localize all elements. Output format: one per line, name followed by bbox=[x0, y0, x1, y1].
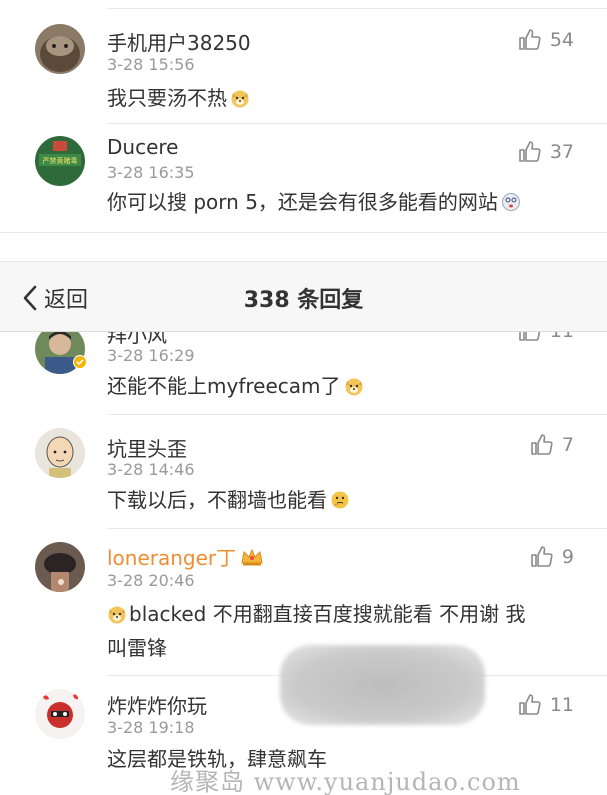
page-title: 338 条回复 bbox=[243, 288, 364, 313]
like-button[interactable]: 11 bbox=[518, 693, 574, 717]
comment-text: 下载以后，不翻墙也能看 bbox=[107, 484, 350, 517]
like-button[interactable]: 7 bbox=[530, 433, 574, 457]
doge-emoji bbox=[230, 88, 250, 108]
censor-blur bbox=[280, 645, 485, 725]
comment-text: blacked 不用翻直接百度搜就能看 不用谢 我 bbox=[107, 598, 525, 631]
avatar[interactable] bbox=[35, 689, 85, 739]
avatar[interactable] bbox=[35, 428, 85, 478]
timestamp: 3-28 16:35 bbox=[107, 163, 195, 182]
dizzy-emoji bbox=[501, 192, 521, 212]
thumbs-up-icon bbox=[531, 434, 553, 455]
username[interactable]: 手机用户38250 bbox=[107, 27, 251, 56]
username[interactable]: 炸炸炸你玩 bbox=[107, 690, 207, 719]
thumbs-up-icon bbox=[519, 141, 541, 162]
top-screenshot-panel: 手机用户38250 3-28 15:56 我只要汤不热 54 严禁黄赌毒 Duc… bbox=[0, 0, 607, 232]
thumbs-up-icon bbox=[519, 694, 541, 715]
thumbs-up-icon bbox=[519, 29, 541, 50]
avatar[interactable] bbox=[35, 542, 85, 592]
like-count: 9 bbox=[561, 546, 574, 568]
comment-text-continued: 叫雷锋 bbox=[107, 636, 167, 660]
username[interactable]: Ducere bbox=[107, 135, 178, 159]
like-count: 11 bbox=[549, 694, 574, 716]
username[interactable]: 坑里头歪 bbox=[107, 433, 187, 462]
thumbs-up-icon bbox=[531, 546, 553, 567]
comment-text: 我只要汤不热 bbox=[107, 82, 250, 115]
timestamp: 3-28 19:18 bbox=[107, 718, 195, 737]
avatar[interactable] bbox=[35, 24, 85, 74]
like-button[interactable]: 9 bbox=[530, 545, 574, 569]
nav-bar: 返回 338 条回复 bbox=[0, 262, 607, 332]
timestamp: 3-28 15:56 bbox=[107, 55, 195, 74]
timestamp: 3-28 16:29 bbox=[107, 346, 195, 365]
divider bbox=[107, 414, 607, 415]
divider bbox=[107, 123, 607, 124]
like-button[interactable]: 37 bbox=[518, 140, 574, 164]
avatar[interactable]: 严禁黄赌毒 bbox=[35, 136, 85, 186]
doge-emoji bbox=[107, 604, 127, 624]
comment-text: 你可以搜 porn 5，还是会有很多能看的网站 bbox=[107, 186, 521, 219]
watermark: 缘聚岛 www.yuanjudao.com bbox=[170, 768, 521, 795]
timestamp: 3-28 14:46 bbox=[107, 460, 195, 479]
screenshot-separator bbox=[0, 232, 607, 262]
divider bbox=[107, 8, 607, 9]
doge-emoji bbox=[344, 376, 364, 396]
verified-badge-icon bbox=[73, 355, 87, 369]
comment-text: 还能不能上myfreecam了 bbox=[107, 370, 364, 403]
divider bbox=[107, 528, 607, 529]
like-count: 37 bbox=[549, 141, 574, 163]
thinking-emoji bbox=[330, 490, 350, 510]
like-count: 54 bbox=[549, 29, 574, 51]
avatar-sign-text: 严禁黄赌毒 bbox=[43, 156, 78, 165]
crown-badge-icon bbox=[240, 547, 264, 567]
username[interactable]: loneranger丁 bbox=[107, 542, 264, 571]
timestamp: 3-28 20:46 bbox=[107, 571, 195, 590]
like-count: 7 bbox=[561, 434, 574, 456]
like-button[interactable]: 54 bbox=[518, 28, 574, 52]
